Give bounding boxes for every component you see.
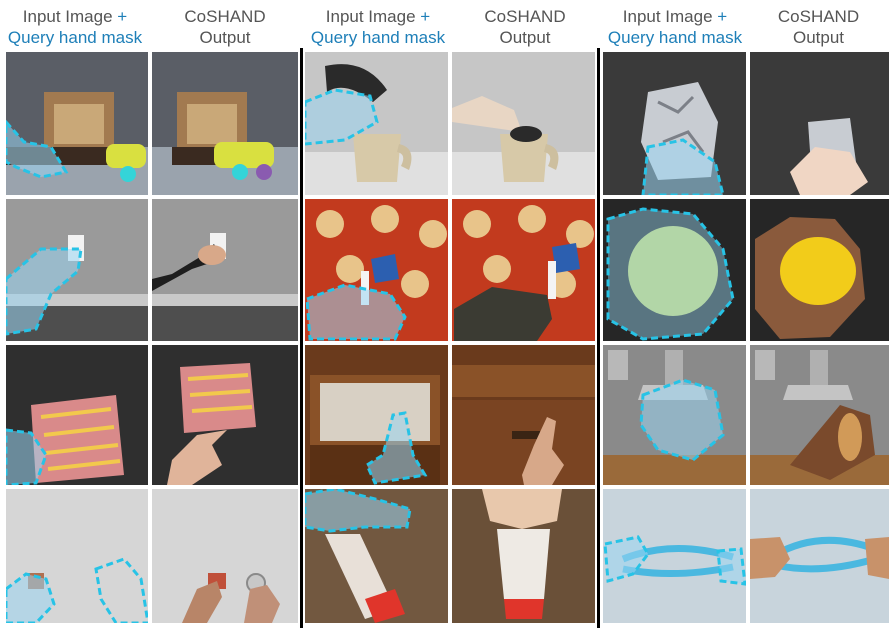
header-input-3: Input Image + Query hand mask — [607, 7, 743, 47]
photo-wall-socket-input — [6, 199, 148, 341]
photo-wall-socket-output — [152, 199, 298, 341]
photo-cloth-output — [452, 199, 595, 341]
photo-faucet-output — [750, 345, 889, 485]
photo-rope-input — [603, 489, 746, 623]
photo-potholder-input — [6, 345, 148, 485]
photo-table-hands-input — [6, 489, 148, 623]
photo-cloth-input — [305, 199, 448, 341]
header-output-1: CoSHAND Output — [184, 7, 266, 47]
photo-table-hands-output — [152, 489, 298, 623]
photo-chair-toy-output — [152, 52, 298, 195]
photo-faucet-input — [603, 345, 746, 485]
photo-foil-output — [750, 52, 889, 195]
photo-foil-input — [603, 52, 746, 195]
photo-mug-input — [305, 52, 448, 195]
photo-ball-input — [603, 199, 746, 341]
photo-potholder-output — [152, 345, 298, 485]
photo-chair-toy-input — [6, 52, 148, 195]
column-separator-2 — [597, 48, 600, 628]
header-output-2: CoSHAND Output — [484, 7, 566, 47]
header-input-1: Input Image + Query hand mask — [7, 7, 143, 47]
photo-tube-input — [305, 489, 448, 623]
header-output-3: CoSHAND Output — [777, 7, 860, 47]
photo-ball-output — [750, 199, 889, 341]
header-input-2: Input Image + Query hand mask — [310, 7, 446, 47]
photo-rope-output — [750, 489, 889, 623]
photo-tube-output — [452, 489, 595, 623]
photo-mug-output — [452, 52, 595, 195]
column-separator-1 — [300, 48, 303, 628]
photo-drawer-input — [305, 345, 448, 485]
photo-drawer-output — [452, 345, 595, 485]
